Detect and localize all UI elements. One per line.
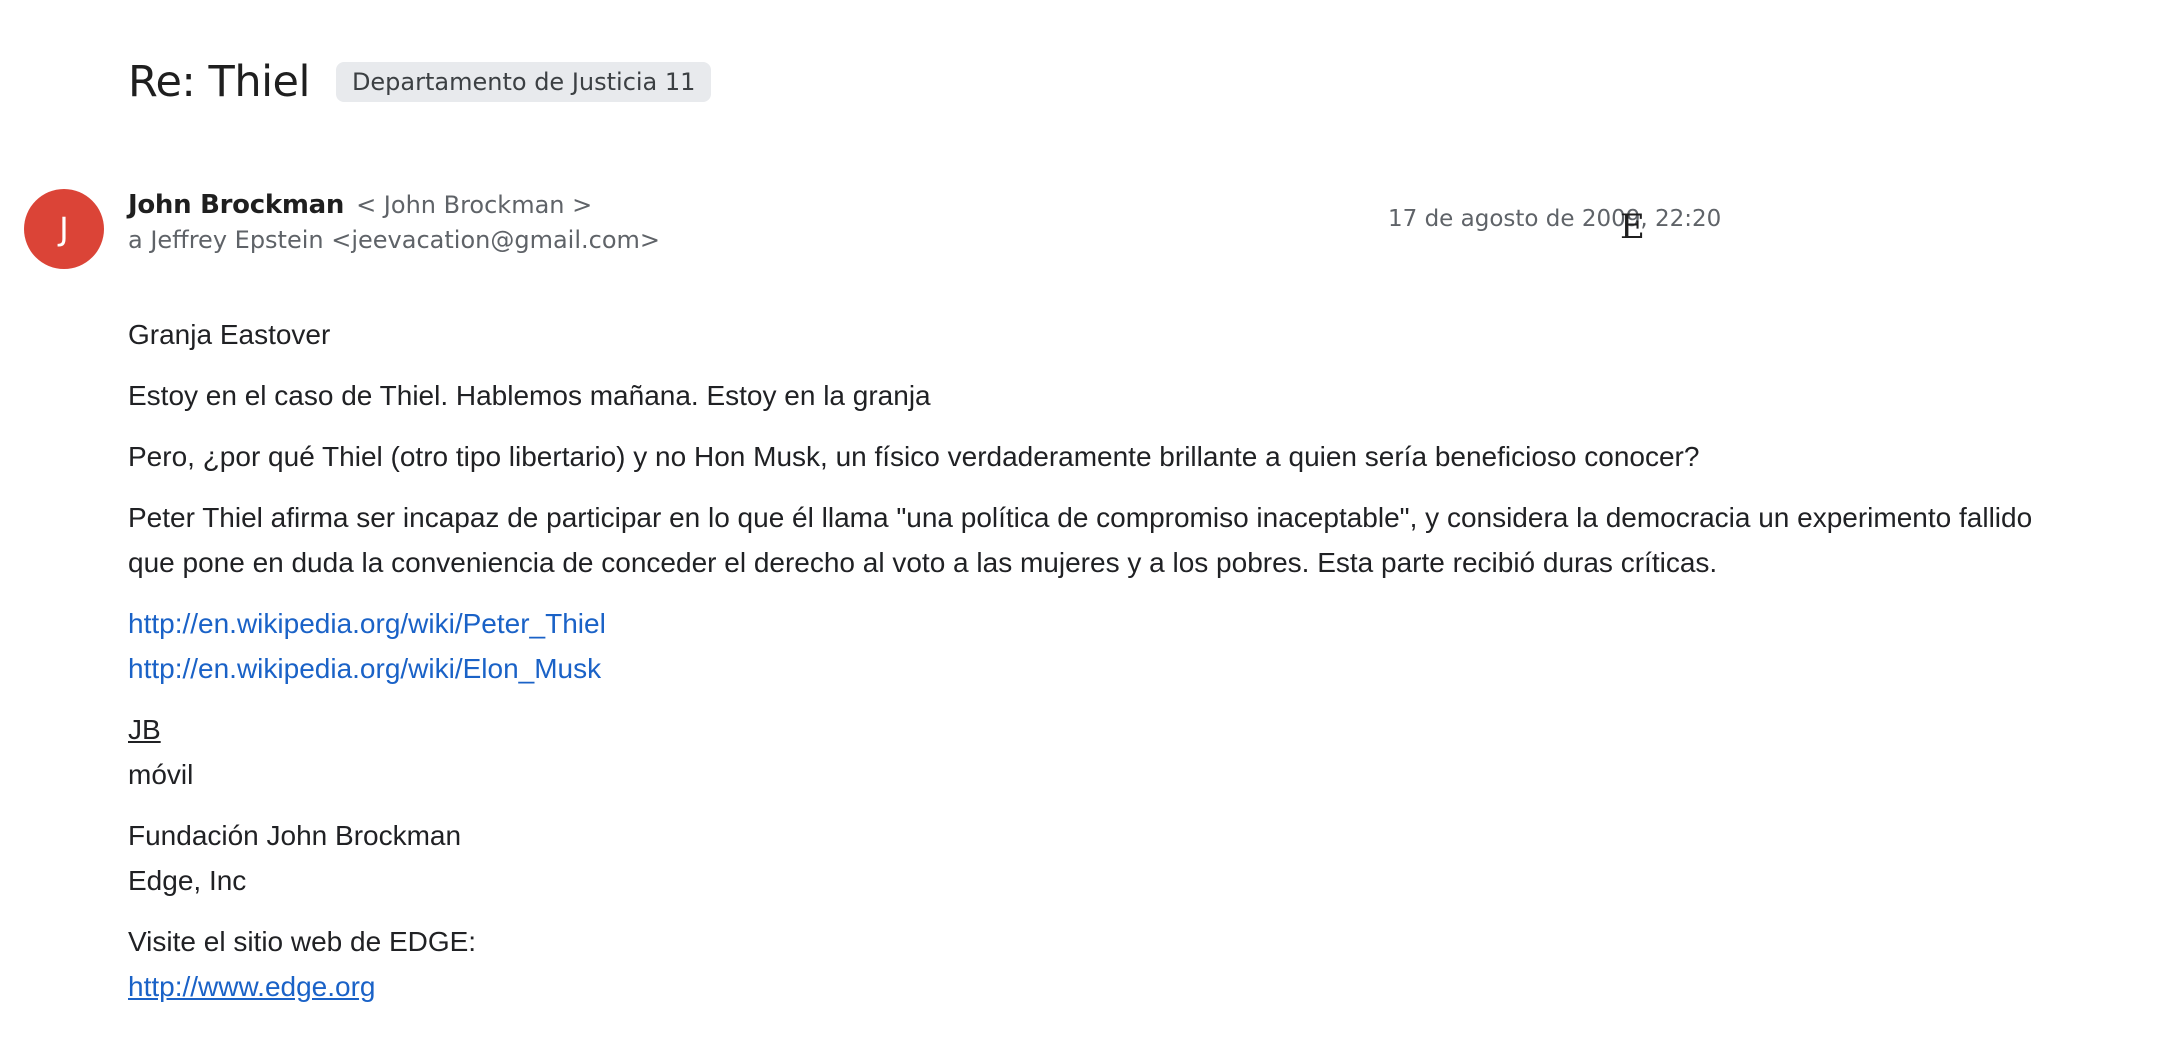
edge-website-link[interactable]: http://www.edge.org <box>128 971 375 1002</box>
body-paragraph: Estoy en el caso de Thiel. Hablemos maña… <box>128 380 931 411</box>
sender-name[interactable]: John Brockman <box>128 190 344 220</box>
website-block: Visite el sitio web de EDGE: http://www.… <box>128 919 2078 1009</box>
label-chip[interactable]: Departamento de Justicia 11 <box>335 62 712 102</box>
signature-mobile: móvil <box>128 759 194 790</box>
links-block: http://en.wikipedia.org/wiki/Peter_Thiel… <box>128 601 2078 691</box>
stray-glyph: E <box>1620 207 1645 247</box>
body-paragraph: Peter Thiel afirma ser incapaz de partic… <box>128 502 2033 578</box>
wikipedia-musk-link[interactable]: http://en.wikipedia.org/wiki/Elon_Musk <box>128 653 601 684</box>
sender-email: < John Brockman > <box>356 191 593 219</box>
subject-header: Re: Thiel Departamento de Justicia 11 <box>128 52 712 112</box>
company-name: Edge, Inc <box>128 865 247 896</box>
wikipedia-thiel-link[interactable]: http://en.wikipedia.org/wiki/Peter_Thiel <box>128 608 606 639</box>
recipient-line[interactable]: a Jeffrey Epstein <jeevacation@gmail.com… <box>128 226 660 254</box>
signature-block: JB móvil <box>128 707 2078 797</box>
body-paragraph: Pero, ¿por qué Thiel (otro tipo libertar… <box>128 441 1700 472</box>
signature-initials: JB <box>128 714 161 745</box>
email-body: Granja Eastover Estoy en el caso de Thie… <box>128 312 2078 1025</box>
organization-block: Fundación John Brockman Edge, Inc <box>128 813 2078 903</box>
sender-line: John Brockman < John Brockman > <box>128 190 592 224</box>
body-paragraph: Granja Eastover <box>128 319 331 350</box>
avatar[interactable]: J <box>24 189 104 269</box>
email-date: 17 de agosto de 2009, 22:20 <box>1388 206 1722 232</box>
email-subject: Re: Thiel <box>128 57 310 107</box>
visit-text: Visite el sitio web de EDGE: <box>128 926 477 957</box>
email-view: Re: Thiel Departamento de Justicia 11 J … <box>0 0 2162 1050</box>
organization-name: Fundación John Brockman <box>128 820 462 851</box>
